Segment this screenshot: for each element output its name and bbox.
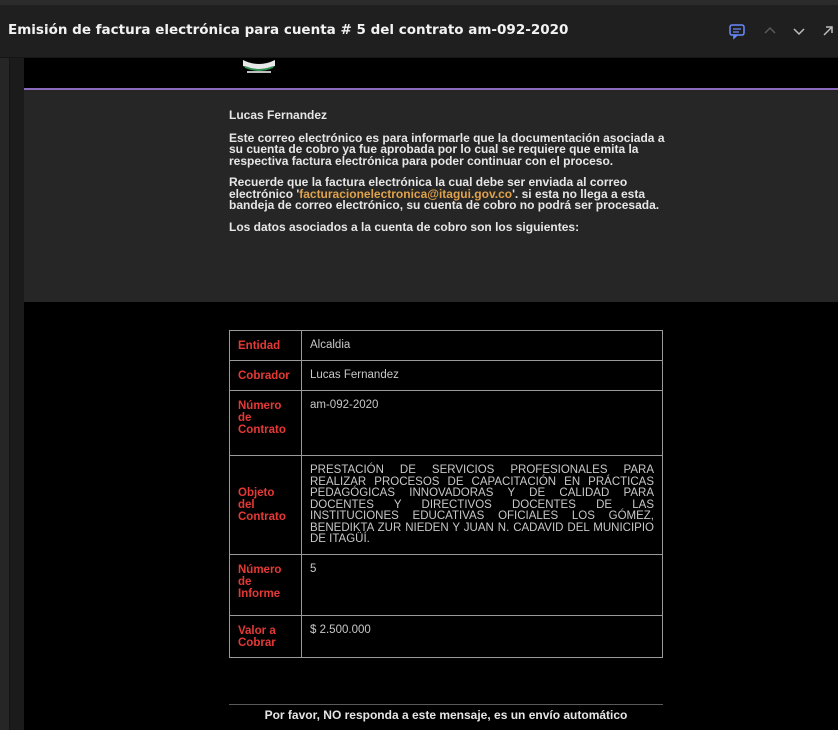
table-row: Valor a Cobrar $ 2.500.000 [229, 614, 663, 658]
next-message-icon[interactable] [789, 21, 809, 41]
row-label: Entidad [229, 330, 302, 361]
paragraph-intro-table: Los datos asociados a la cuenta de cobro… [229, 219, 580, 234]
message-panel: Lucas Fernandez Este correo electrónico … [24, 90, 838, 302]
row-value: Alcaldia [301, 330, 663, 361]
message-header: Emisión de factura electrónica para cuen… [0, 5, 838, 58]
row-label: Cobrador [229, 360, 302, 391]
previous-message-icon[interactable] [760, 21, 780, 41]
row-value: PRESTACIÓN DE SERVICIOS PROFESIONALES PA… [301, 455, 663, 555]
table-row: Entidad Alcaldia [229, 330, 663, 361]
paragraph-reminder: Recuerde que la factura electrónica la c… [229, 176, 669, 212]
email-body: Lucas Fernandez Este correo electrónico … [24, 58, 838, 730]
table-row: Número de Informe 5 [229, 553, 663, 616]
greeting: Lucas Fernandez [229, 108, 328, 122]
table-row: Objeto del Contrato PRESTACIÓN DE SERVIC… [229, 455, 663, 555]
popout-icon[interactable] [818, 21, 838, 41]
row-value: Lucas Fernandez [301, 360, 663, 391]
summary-icon[interactable] [727, 21, 747, 41]
message-text: Lucas Fernandez Este correo electrónico … [229, 108, 669, 243]
email-subject: Emisión de factura electrónica para cuen… [8, 22, 569, 38]
logo-image [241, 58, 277, 76]
row-value: $ 2.500.000 [301, 614, 663, 658]
row-label: Número de Contrato [229, 390, 302, 456]
left-gutter [0, 58, 9, 730]
row-label: Número de Informe [229, 553, 302, 616]
table-row: Número de Contrato am-092-2020 [229, 390, 663, 456]
billing-details-table: Entidad Alcaldia Cobrador Lucas Fernande… [229, 330, 663, 658]
footer-divider [229, 704, 663, 705]
row-value: am-092-2020 [301, 390, 663, 456]
table-row: Cobrador Lucas Fernandez [229, 360, 663, 391]
row-value: 5 [301, 553, 663, 616]
left-divider [9, 58, 10, 730]
paragraph-approval: Este correo electrónico es para informar… [229, 130, 665, 168]
auto-reply-notice: Por favor, NO responda a este mensaje, e… [264, 708, 628, 722]
row-label: Valor a Cobrar [229, 614, 302, 658]
row-label: Objeto del Contrato [229, 455, 302, 555]
